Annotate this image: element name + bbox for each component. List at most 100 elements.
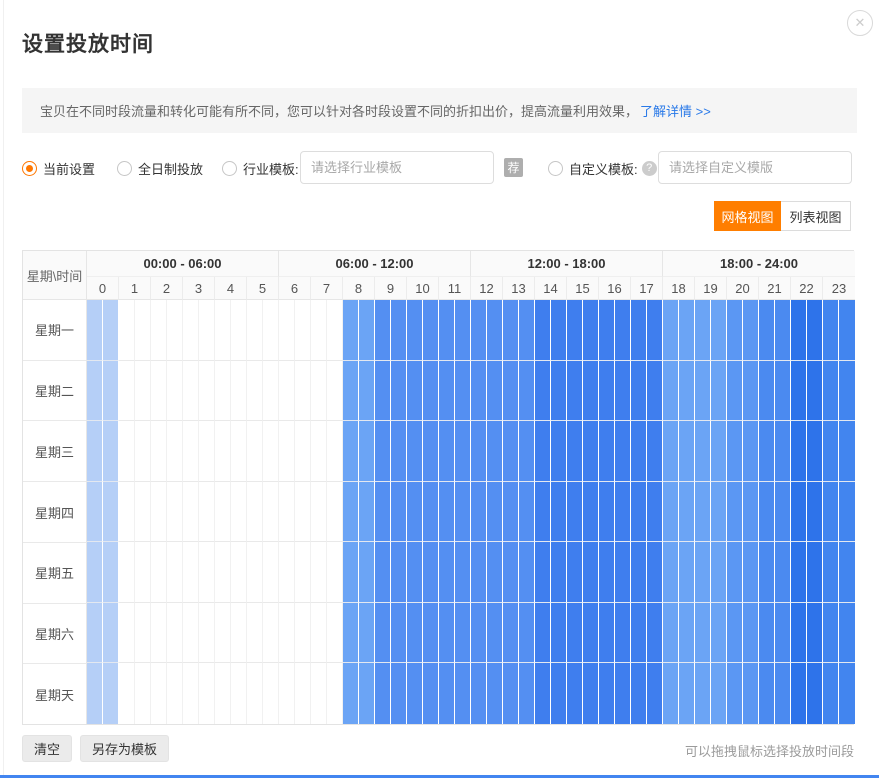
- grid-cell[interactable]: [599, 361, 615, 422]
- grid-cell[interactable]: [519, 603, 535, 664]
- save-as-template-button[interactable]: 另存为模板: [80, 735, 169, 762]
- grid-cell[interactable]: [103, 603, 119, 664]
- grid-cell[interactable]: [775, 300, 791, 361]
- grid-cell[interactable]: [807, 542, 823, 603]
- grid-cell[interactable]: [599, 300, 615, 361]
- grid-cell[interactable]: [679, 361, 695, 422]
- grid-cell[interactable]: [247, 482, 263, 543]
- grid-cell[interactable]: [87, 421, 103, 482]
- grid-cell[interactable]: [311, 361, 327, 422]
- grid-cell[interactable]: [695, 482, 711, 543]
- grid-cell[interactable]: [647, 300, 663, 361]
- grid-cell[interactable]: [295, 603, 311, 664]
- grid-cell[interactable]: [759, 542, 775, 603]
- grid-cell[interactable]: [615, 300, 631, 361]
- grid-cell[interactable]: [631, 421, 647, 482]
- grid-cell[interactable]: [311, 663, 327, 724]
- grid-cell[interactable]: [599, 663, 615, 724]
- grid-cell[interactable]: [135, 361, 151, 422]
- grid-cell[interactable]: [311, 542, 327, 603]
- grid-cell[interactable]: [503, 603, 519, 664]
- grid-cell[interactable]: [567, 300, 583, 361]
- grid-cell[interactable]: [647, 421, 663, 482]
- grid-cell[interactable]: [839, 482, 855, 543]
- grid-cell[interactable]: [631, 603, 647, 664]
- grid-cell[interactable]: [359, 361, 375, 422]
- grid-cell[interactable]: [519, 542, 535, 603]
- grid-cell[interactable]: [647, 482, 663, 543]
- grid-cell[interactable]: [743, 300, 759, 361]
- grid-cell[interactable]: [775, 542, 791, 603]
- grid-cell[interactable]: [375, 300, 391, 361]
- grid-cell[interactable]: [167, 421, 183, 482]
- grid-cell[interactable]: [423, 482, 439, 543]
- grid-cell[interactable]: [551, 361, 567, 422]
- grid-cell[interactable]: [135, 542, 151, 603]
- grid-cell[interactable]: [135, 482, 151, 543]
- grid-cell[interactable]: [807, 603, 823, 664]
- grid-cell[interactable]: [839, 603, 855, 664]
- grid-cell[interactable]: [87, 603, 103, 664]
- grid-cell[interactable]: [359, 663, 375, 724]
- grid-cell[interactable]: [791, 361, 807, 422]
- grid-cell[interactable]: [663, 361, 679, 422]
- grid-cell[interactable]: [551, 421, 567, 482]
- grid-cell[interactable]: [375, 421, 391, 482]
- grid-cell[interactable]: [391, 603, 407, 664]
- grid-cell[interactable]: [567, 421, 583, 482]
- grid-cell[interactable]: [583, 421, 599, 482]
- grid-cell[interactable]: [359, 603, 375, 664]
- grid-cell[interactable]: [583, 603, 599, 664]
- radio-all-day[interactable]: 全日制投放: [117, 151, 203, 185]
- grid-cell[interactable]: [359, 421, 375, 482]
- grid-cell[interactable]: [791, 542, 807, 603]
- grid-cell[interactable]: [311, 300, 327, 361]
- grid-cell[interactable]: [663, 603, 679, 664]
- grid-cell[interactable]: [535, 663, 551, 724]
- custom-template-input[interactable]: [658, 151, 852, 184]
- grid-cell[interactable]: [295, 361, 311, 422]
- grid-cell[interactable]: [791, 300, 807, 361]
- grid-cell[interactable]: [167, 300, 183, 361]
- close-icon[interactable]: ✕: [847, 10, 873, 36]
- grid-cell[interactable]: [343, 542, 359, 603]
- grid-cell[interactable]: [327, 482, 343, 543]
- grid-cell[interactable]: [215, 300, 231, 361]
- grid-cell[interactable]: [759, 603, 775, 664]
- grid-cell[interactable]: [695, 361, 711, 422]
- grid-cell[interactable]: [487, 542, 503, 603]
- grid-cell[interactable]: [583, 361, 599, 422]
- grid-cell[interactable]: [647, 663, 663, 724]
- grid-cell[interactable]: [199, 603, 215, 664]
- grid-cell[interactable]: [727, 300, 743, 361]
- grid-cell[interactable]: [807, 300, 823, 361]
- grid-cell[interactable]: [455, 421, 471, 482]
- grid-cell[interactable]: [599, 482, 615, 543]
- grid-cell[interactable]: [711, 663, 727, 724]
- grid-cell[interactable]: [615, 361, 631, 422]
- grid-cell[interactable]: [679, 542, 695, 603]
- grid-cell[interactable]: [839, 361, 855, 422]
- grid-cell[interactable]: [167, 603, 183, 664]
- grid-cell[interactable]: [519, 482, 535, 543]
- grid-cell[interactable]: [263, 300, 279, 361]
- industry-template-input[interactable]: [300, 151, 494, 184]
- grid-cell[interactable]: [695, 542, 711, 603]
- grid-cell[interactable]: [407, 482, 423, 543]
- grid-cell[interactable]: [535, 421, 551, 482]
- grid-cell[interactable]: [679, 482, 695, 543]
- grid-cell[interactable]: [551, 300, 567, 361]
- grid-cell[interactable]: [343, 300, 359, 361]
- grid-cell[interactable]: [551, 542, 567, 603]
- grid-cell[interactable]: [167, 542, 183, 603]
- grid-cell[interactable]: [375, 663, 391, 724]
- grid-cell[interactable]: [471, 482, 487, 543]
- grid-cell[interactable]: [359, 482, 375, 543]
- grid-cell[interactable]: [327, 542, 343, 603]
- grid-cell[interactable]: [823, 300, 839, 361]
- grid-cell[interactable]: [839, 421, 855, 482]
- grid-cell[interactable]: [103, 663, 119, 724]
- grid-cell[interactable]: [199, 663, 215, 724]
- learn-more-link[interactable]: 了解详情 >>: [640, 101, 711, 120]
- grid-cell[interactable]: [631, 361, 647, 422]
